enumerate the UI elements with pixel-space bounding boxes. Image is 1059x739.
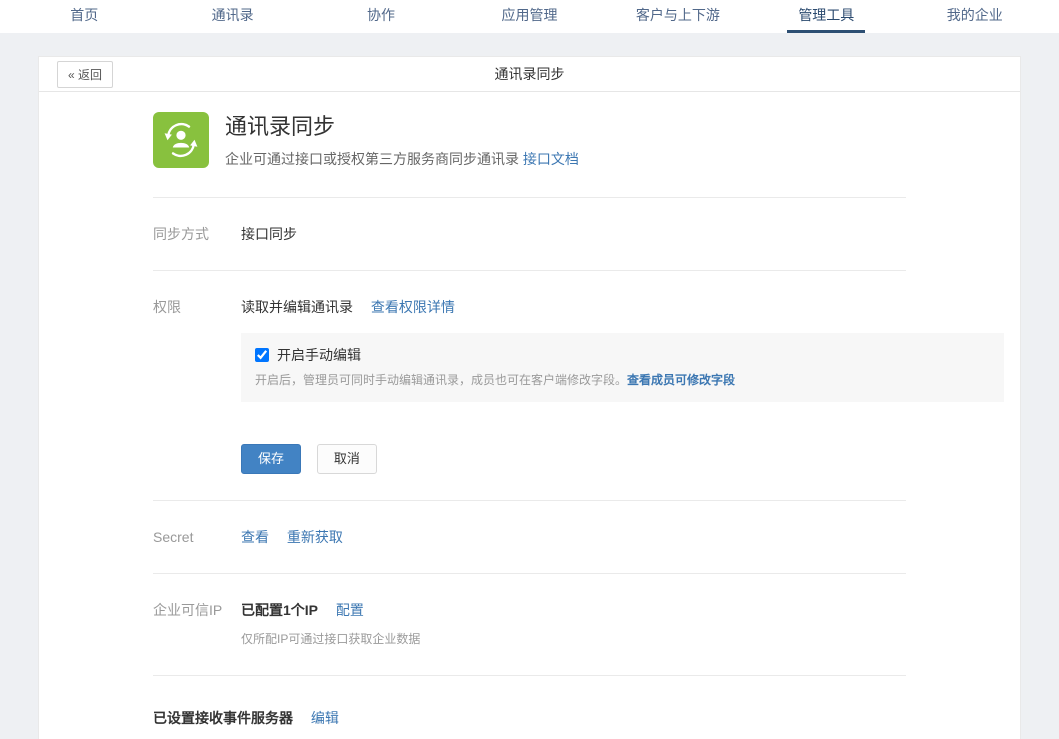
secret-view-link[interactable]: 查看 (241, 529, 269, 545)
trusted-ip-config-link[interactable]: 配置 (336, 602, 364, 618)
manual-edit-checkbox-label[interactable]: 开启手动编辑 (277, 345, 361, 365)
permission-row: 权限 读取并编辑通讯录 查看权限详情 开启手动编辑 开启后，管理员可同时手动编辑… (153, 271, 1004, 500)
app-intro-text: 通讯录同步 企业可通过接口或授权第三方服务商同步通讯录 接口文档 (225, 112, 579, 169)
secret-refresh-link[interactable]: 重新获取 (287, 529, 343, 545)
nav-item-app-management[interactable]: 应用管理 (455, 0, 603, 33)
trusted-ip-row: 企业可信IP 已配置1个IP 配置 仅所配IP可通过接口获取企业数据 (153, 574, 1004, 675)
trusted-ip-content: 已配置1个IP 配置 仅所配IP可通过接口获取企业数据 (241, 600, 1004, 649)
permission-content: 读取并编辑通讯录 查看权限详情 开启手动编辑 开启后，管理员可同时手动编辑通讯录… (241, 297, 1004, 474)
trusted-ip-description: 仅所配IP可通过接口获取企业数据 (241, 629, 1004, 649)
secret-row: Secret 查看 重新获取 (153, 501, 1004, 573)
top-navigation: 首页 通讯录 协作 应用管理 客户与上下游 管理工具 我的企业 (0, 0, 1059, 33)
sync-method-label: 同步方式 (153, 224, 241, 244)
cancel-button[interactable]: 取消 (317, 444, 377, 474)
manual-edit-option: 开启手动编辑 (255, 345, 990, 365)
content-card: 通讯录同步 « 返回 通讯录同步 企业可 (38, 56, 1021, 739)
nav-item-contacts[interactable]: 通讯录 (158, 0, 306, 33)
sync-method-value: 接口同步 (241, 224, 1004, 244)
sync-method-row: 同步方式 接口同步 (153, 198, 1004, 270)
trusted-ip-label: 企业可信IP (153, 600, 241, 649)
permission-value: 读取并编辑通讯录 (241, 299, 353, 315)
trusted-ip-status: 已配置1个IP (241, 602, 318, 618)
permission-label: 权限 (153, 297, 241, 474)
nav-item-admin-tools[interactable]: 管理工具 (752, 0, 900, 33)
permission-actions: 保存 取消 (241, 444, 1004, 474)
nav-item-my-enterprise[interactable]: 我的企业 (901, 0, 1049, 33)
nav-item-customers[interactable]: 客户与上下游 (604, 0, 752, 33)
event-server-status: 已设置接收事件服务器 (153, 710, 293, 726)
nav-item-collaboration[interactable]: 协作 (307, 0, 455, 33)
save-button[interactable]: 保存 (241, 444, 301, 474)
contacts-sync-icon (153, 112, 209, 168)
api-doc-link[interactable]: 接口文档 (523, 151, 579, 167)
permission-detail-link[interactable]: 查看权限详情 (371, 299, 455, 315)
app-description-text: 企业可通过接口或授权第三方服务商同步通讯录 (225, 151, 519, 167)
page-title: 通讯录同步 (39, 64, 1020, 84)
nav-item-home[interactable]: 首页 (10, 0, 158, 33)
manual-edit-checkbox[interactable] (255, 348, 269, 362)
modifiable-fields-link[interactable]: 查看成员可修改字段 (627, 373, 735, 387)
event-server-row: 已设置接收事件服务器 编辑 (153, 676, 1004, 739)
page-header: 通讯录同步 « 返回 (39, 57, 1020, 92)
settings-content: 通讯录同步 企业可通过接口或授权第三方服务商同步通讯录 接口文档 同步方式 接口… (39, 92, 1020, 739)
manual-edit-description: 开启后，管理员可同时手动编辑通讯录，成员也可在客户端修改字段。查看成员可修改字段 (255, 372, 990, 389)
back-button[interactable]: « 返回 (57, 61, 113, 88)
top-navigation-inner: 首页 通讯录 协作 应用管理 客户与上下游 管理工具 我的企业 (0, 0, 1059, 33)
event-server-edit-link[interactable]: 编辑 (311, 710, 339, 726)
app-description: 企业可通过接口或授权第三方服务商同步通讯录 接口文档 (225, 149, 579, 169)
secret-label: Secret (153, 527, 241, 547)
secret-content: 查看 重新获取 (241, 527, 1004, 547)
sync-person-glyph (159, 118, 203, 162)
manual-edit-box: 开启手动编辑 开启后，管理员可同时手动编辑通讯录，成员也可在客户端修改字段。查看… (241, 333, 1004, 402)
app-intro: 通讯录同步 企业可通过接口或授权第三方服务商同步通讯录 接口文档 (153, 92, 1004, 197)
app-title: 通讯录同步 (225, 114, 579, 140)
manual-edit-description-text: 开启后，管理员可同时手动编辑通讯录，成员也可在客户端修改字段。 (255, 373, 627, 387)
